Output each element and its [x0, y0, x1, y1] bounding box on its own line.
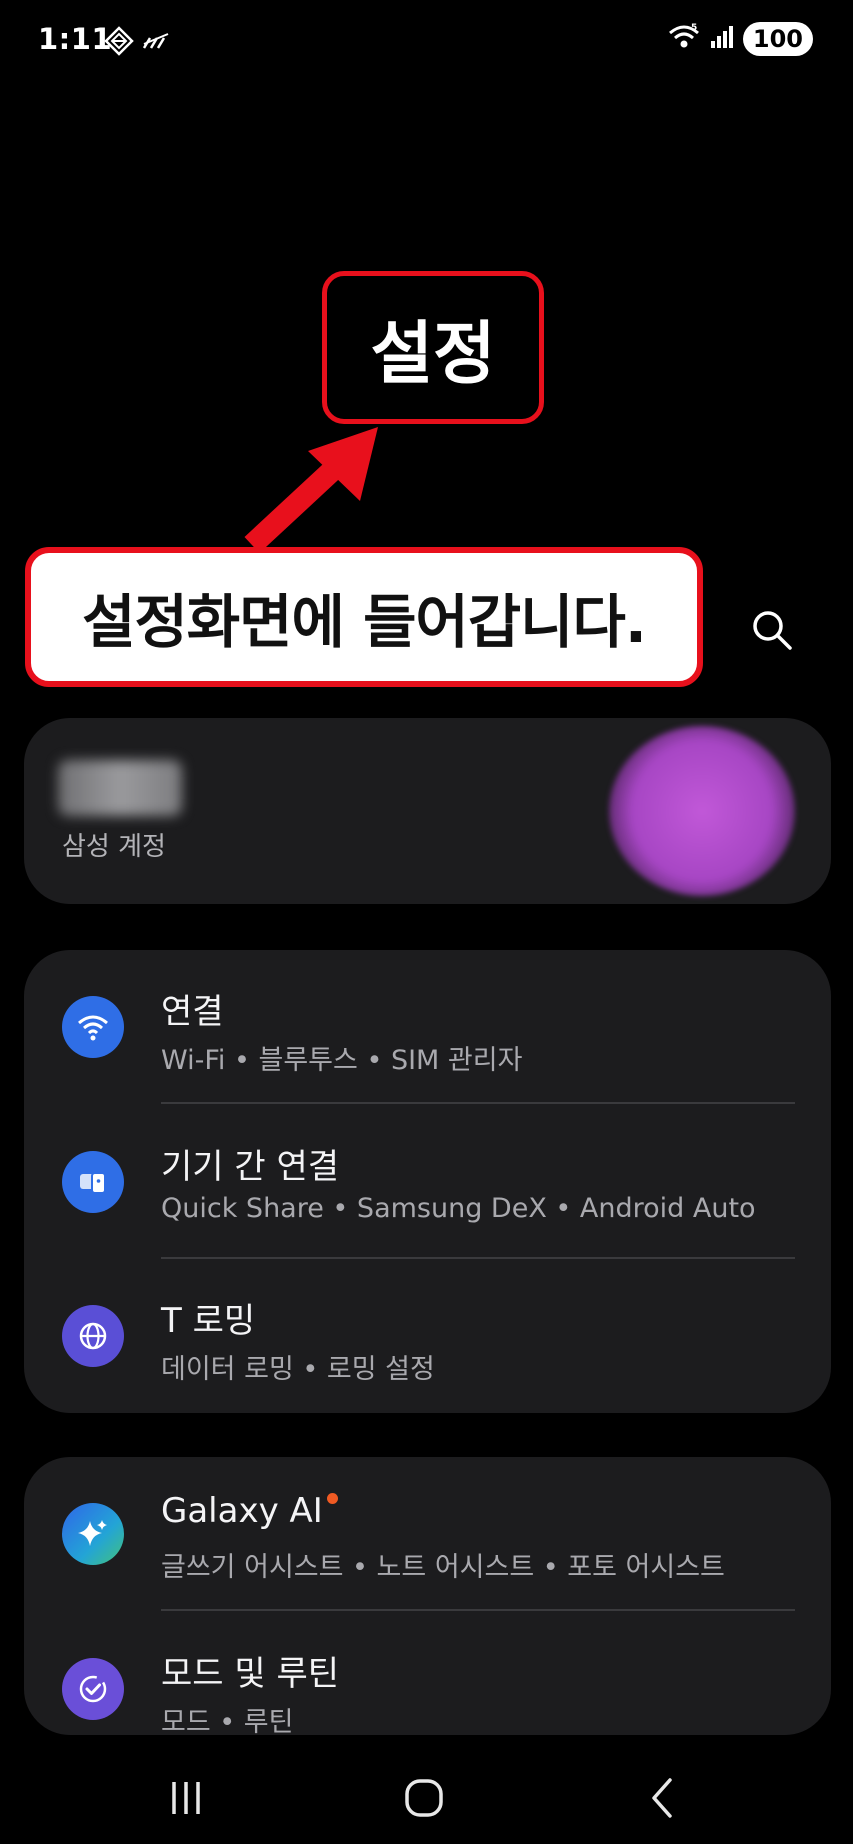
- wifi-icon: [62, 996, 124, 1058]
- home-icon: [405, 1779, 443, 1817]
- battery-level: 100: [742, 22, 813, 56]
- divider: [161, 1102, 795, 1104]
- settings-item-modes-routines[interactable]: 모드 및 루틴 모드 • 루틴: [24, 1612, 831, 1735]
- annotation-callout: 설정화면에 들어갑니다.: [25, 547, 703, 687]
- settings-item-connected-devices[interactable]: 기기 간 연결 Quick Share • Samsung DeX • Andr…: [24, 1105, 831, 1259]
- account-subtitle: 삼성 계정: [62, 832, 166, 862]
- settings-item-title: T 로밍: [161, 1301, 256, 1341]
- account-name-blurred: [58, 760, 182, 816]
- search-button[interactable]: [748, 606, 796, 654]
- settings-item-subtitle: Wi-Fi • 블루투스 • SIM 관리자: [161, 1045, 523, 1076]
- samsung-account-card[interactable]: 삼성 계정: [24, 718, 831, 904]
- cell-signal-icon: [709, 24, 735, 54]
- sparkle-icon: [62, 1503, 124, 1565]
- back-button[interactable]: [632, 1770, 692, 1826]
- new-badge: [326, 1493, 338, 1504]
- settings-item-subtitle: 모드 • 루틴: [161, 1707, 294, 1735]
- settings-item-galaxy-ai[interactable]: Galaxy AI 글쓰기 어시스트 • 노트 어시스트 • 포토 어시스트: [24, 1457, 831, 1611]
- settings-item-title: Galaxy AI: [161, 1491, 338, 1531]
- avatar[interactable]: [609, 726, 795, 896]
- settings-item-subtitle: 데이터 로밍 • 로밍 설정: [161, 1354, 435, 1385]
- notification-diamond-icon: [104, 26, 134, 60]
- status-time: 1:11: [38, 22, 113, 56]
- search-icon: [753, 611, 792, 650]
- settings-item-title: 연결: [161, 992, 224, 1032]
- annotation-text: 설정화면에 들어갑니다.: [82, 588, 647, 656]
- signal-strength-off-icon: [142, 32, 170, 54]
- status-bar: 1:11 5 100: [0, 0, 853, 80]
- navigation-bar: [0, 1750, 853, 1844]
- divider: [161, 1609, 795, 1611]
- recents-icon: [172, 1782, 200, 1814]
- status-indicators: 5 100: [667, 22, 813, 56]
- settings-item-title: 모드 및 루틴: [161, 1654, 340, 1694]
- svg-text:5: 5: [691, 23, 697, 33]
- wifi-5g-icon: 5: [667, 22, 701, 56]
- globe-icon: [62, 1305, 124, 1367]
- settings-item-t-roaming[interactable]: T 로밍 데이터 로밍 • 로밍 설정: [24, 1259, 831, 1413]
- annotation-arrow-icon: [244, 427, 378, 554]
- settings-item-title: 기기 간 연결: [161, 1147, 340, 1187]
- page-title-highlight: 설정: [322, 271, 544, 424]
- routine-check-icon: [62, 1658, 124, 1720]
- settings-group-connections: 연결 Wi-Fi • 블루투스 • SIM 관리자 기기 간 연결 Quick …: [24, 950, 831, 1413]
- settings-group-features: Galaxy AI 글쓰기 어시스트 • 노트 어시스트 • 포토 어시스트 모…: [24, 1457, 831, 1735]
- settings-item-subtitle: 글쓰기 어시스트 • 노트 어시스트 • 포토 어시스트: [161, 1552, 725, 1583]
- recent-apps-button[interactable]: [156, 1770, 216, 1826]
- page-title: 설정: [370, 315, 496, 394]
- devices-icon: [62, 1151, 124, 1213]
- settings-item-connections[interactable]: 연결 Wi-Fi • 블루투스 • SIM 관리자: [24, 950, 831, 1104]
- back-icon: [652, 1778, 672, 1818]
- home-button[interactable]: [394, 1770, 454, 1826]
- settings-item-subtitle: Quick Share • Samsung DeX • Android Auto: [161, 1193, 756, 1224]
